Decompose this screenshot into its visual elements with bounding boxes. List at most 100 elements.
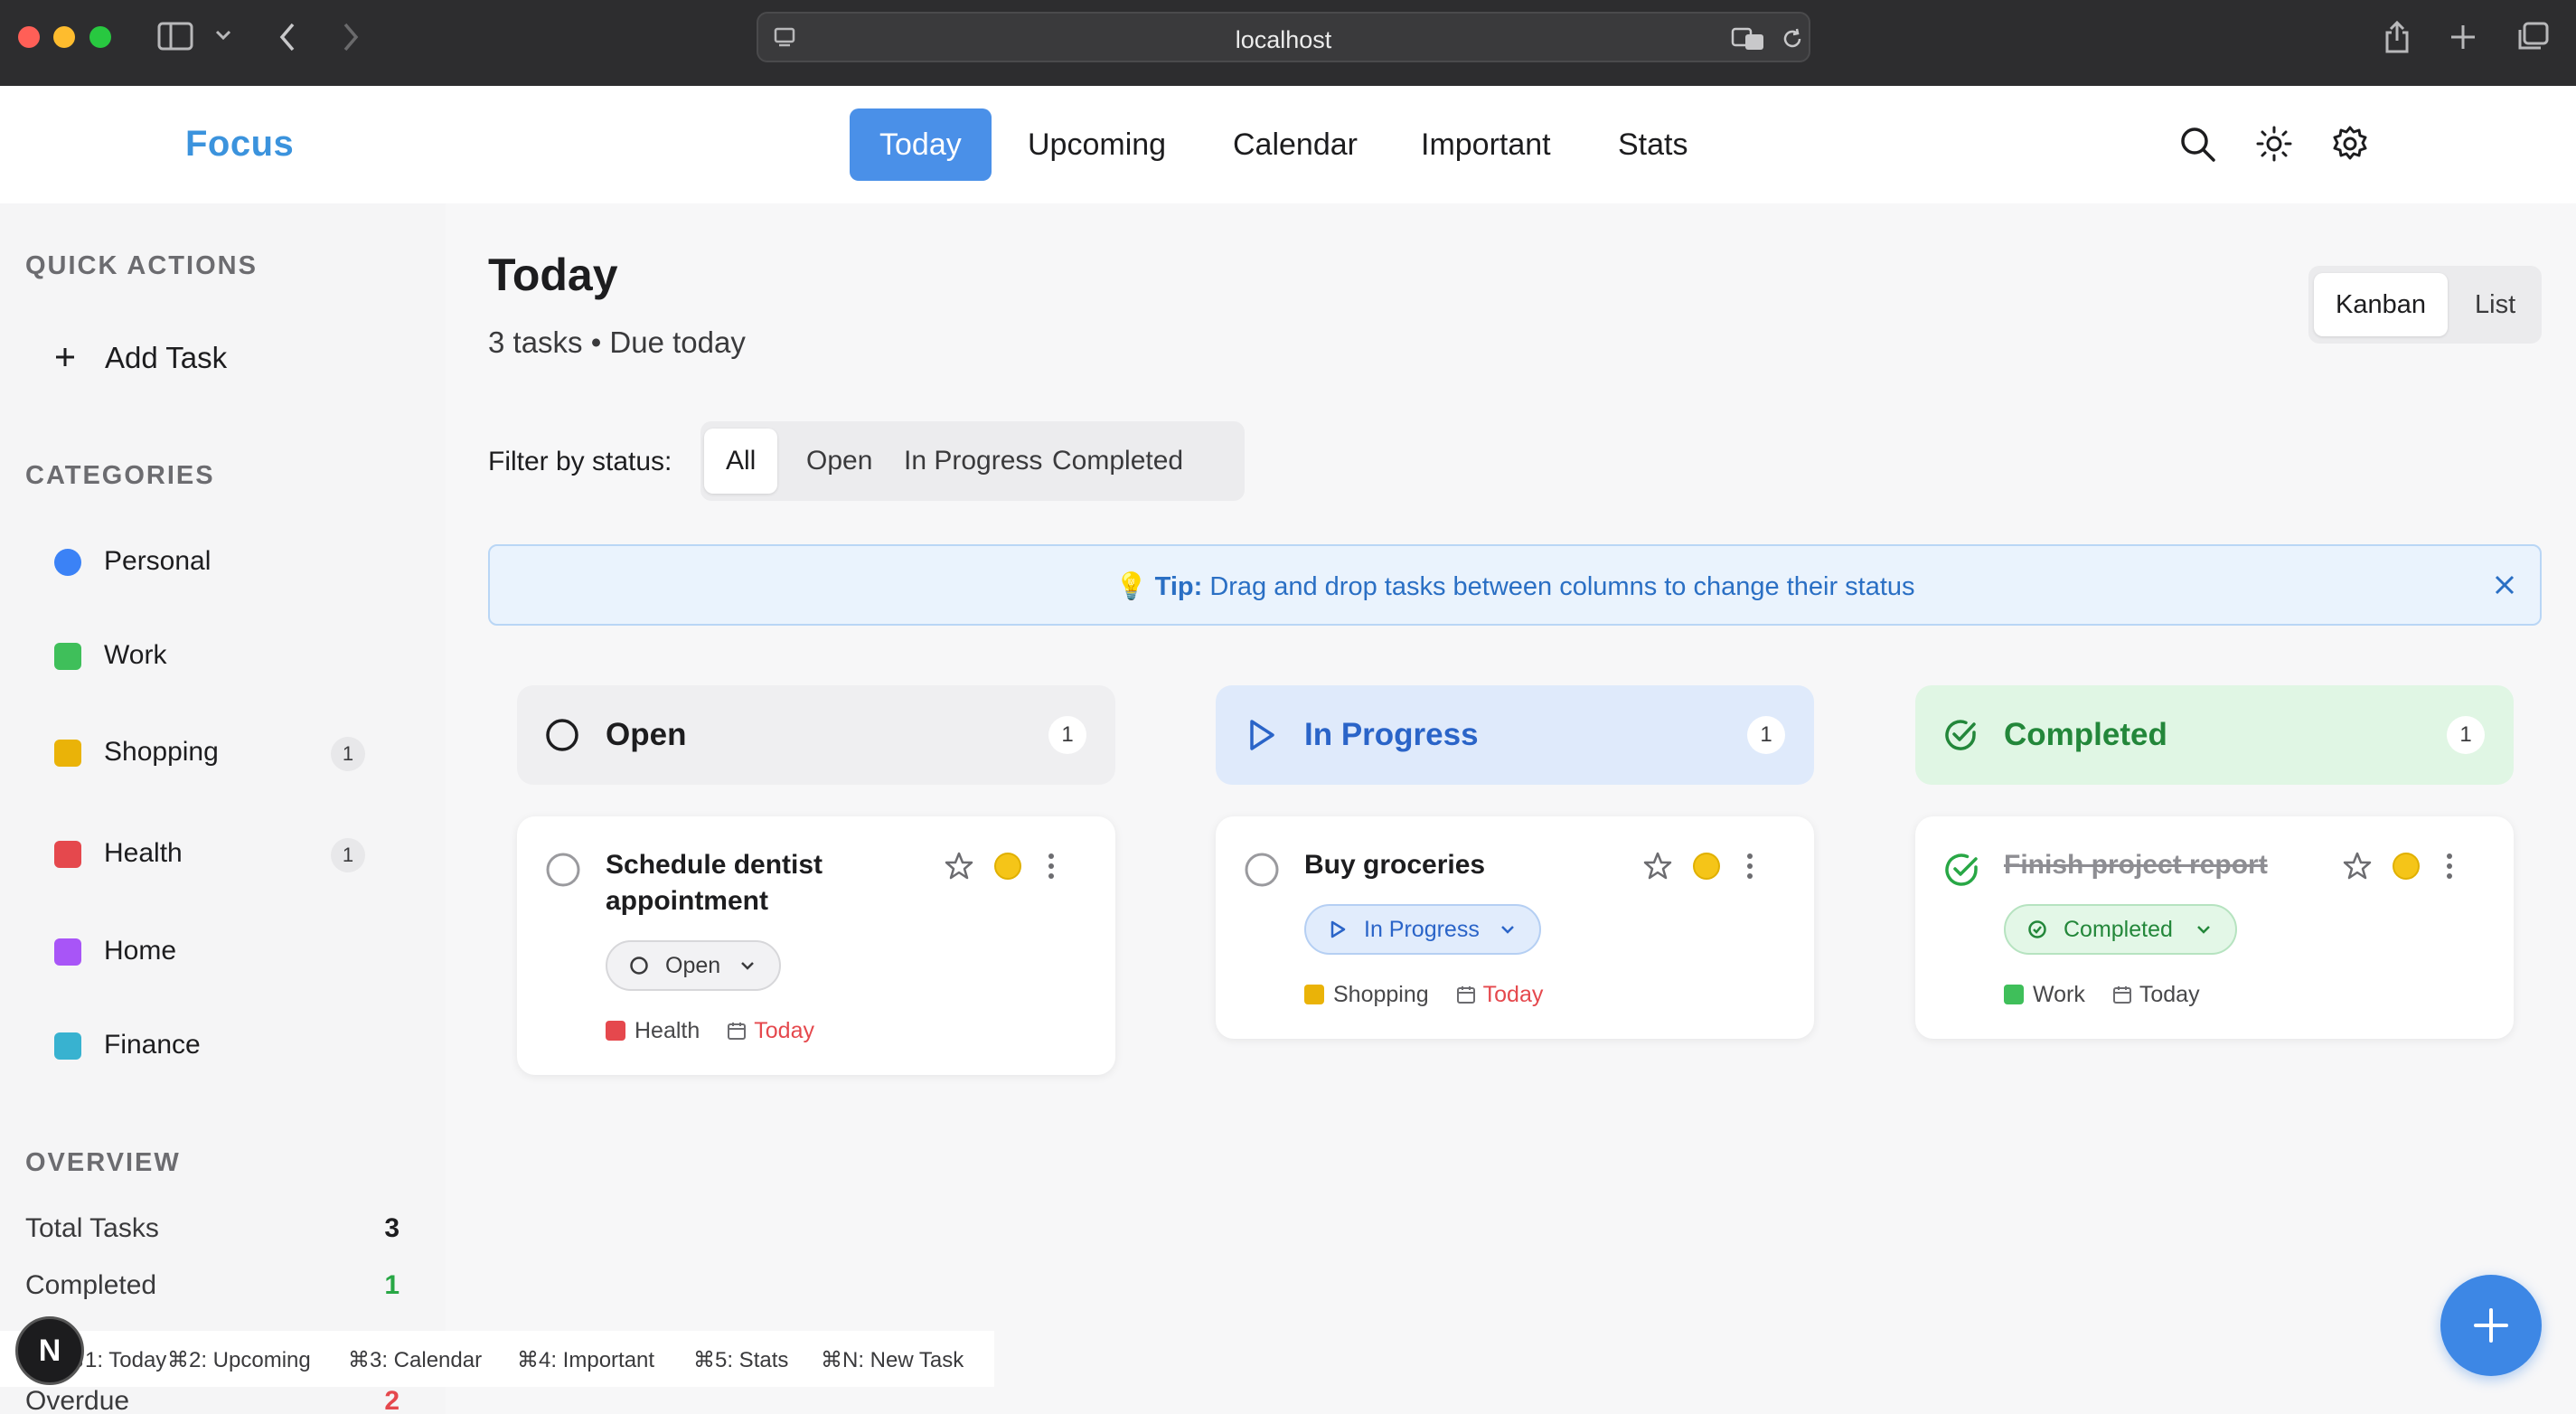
add-task-button[interactable]: Add Task [54, 336, 271, 382]
close-tip-icon[interactable] [2493, 573, 2516, 597]
tab-stats[interactable]: Stats [1588, 108, 1717, 181]
category-finance[interactable]: Finance [54, 1019, 380, 1073]
overview-overdue-value: 2 [384, 1386, 400, 1414]
status-completed-icon [2027, 919, 2047, 939]
plus-icon [2472, 1306, 2510, 1344]
star-icon[interactable] [944, 851, 974, 881]
tab-upcoming[interactable]: Upcoming [998, 108, 1196, 181]
status-dropdown[interactable]: In Progress [1304, 904, 1541, 955]
category-home[interactable]: Home [54, 925, 380, 979]
forward-icon[interactable] [342, 22, 360, 52]
priority-dot-icon[interactable] [2393, 853, 2420, 880]
calendar-icon [727, 1021, 747, 1041]
tab-important[interactable]: Important [1391, 108, 1581, 181]
category-work[interactable]: Work [54, 629, 380, 683]
tab-today[interactable]: Today [850, 108, 992, 181]
task-category: Health [635, 1017, 700, 1043]
new-tab-icon[interactable] [2449, 24, 2477, 51]
url-text: localhost [1235, 26, 1332, 53]
filter-all[interactable]: All [704, 429, 778, 494]
categories-title: CATEGORIES [25, 461, 215, 490]
task-card[interactable]: Buy groceries In Progress Shopping Today [1216, 816, 1814, 1039]
task-title: Buy groceries [1304, 850, 1486, 880]
tab-calendar[interactable]: Calendar [1203, 108, 1387, 181]
filter-completed[interactable]: Completed [1030, 429, 1205, 494]
column-title: Completed [2004, 717, 2167, 752]
priority-dot-icon[interactable] [994, 853, 1021, 880]
status-filter: All Open In Progress Completed [700, 421, 1245, 501]
category-color-swatch [54, 1032, 81, 1060]
category-label: Finance [104, 1030, 201, 1060]
filter-open[interactable]: Open [785, 429, 894, 494]
task-checkbox[interactable] [1243, 851, 1281, 889]
task-meta: Health Today [606, 1017, 1039, 1044]
star-icon[interactable] [2342, 851, 2373, 881]
status-dropdown[interactable]: Open [606, 940, 781, 991]
category-label: Shopping [104, 737, 219, 767]
star-icon[interactable] [1642, 851, 1673, 881]
search-icon[interactable] [2177, 124, 2217, 164]
more-options-icon[interactable] [1047, 853, 1056, 880]
shortcut-upcoming: ⌘2: Upcoming [167, 1348, 311, 1372]
app-logo[interactable]: Focus [185, 124, 294, 165]
category-personal[interactable]: Personal [54, 535, 380, 589]
theme-toggle-icon[interactable] [2254, 124, 2294, 164]
share-icon[interactable] [2383, 20, 2411, 54]
tab-overview-icon[interactable] [2516, 22, 2549, 52]
address-bar[interactable]: localhost [757, 12, 1810, 62]
chevron-down-icon [739, 960, 756, 971]
quick-actions-title: QUICK ACTIONS [25, 251, 258, 280]
reload-icon[interactable] [1780, 26, 1805, 52]
task-checkbox[interactable] [544, 851, 582, 889]
sidebar-toggle-icon[interactable] [157, 22, 193, 51]
overview-completed-label: Completed [25, 1270, 157, 1300]
overview-total-value: 3 [384, 1213, 400, 1243]
column-count-badge: 1 [2447, 716, 2485, 754]
more-options-icon[interactable] [2445, 853, 2454, 880]
task-card[interactable]: Schedule dentist appointment Open Health To… [517, 816, 1115, 1075]
translate-icon[interactable] [1731, 26, 1765, 52]
maximize-window-button[interactable] [89, 26, 111, 48]
category-color-swatch [54, 549, 81, 576]
category-count-badge: 1 [331, 737, 365, 771]
tip-text: Drag and drop tasks between columns to c… [1209, 572, 1915, 601]
priority-dot-icon[interactable] [1693, 853, 1720, 880]
open-status-icon [544, 717, 580, 753]
category-health[interactable]: Health 1 [54, 827, 380, 881]
tip-prefix: Tip: [1154, 572, 1203, 601]
settings-gear-icon[interactable] [2330, 124, 2370, 164]
column-header-open: Open 1 [517, 685, 1115, 785]
plus-icon [54, 346, 76, 368]
new-task-fab[interactable] [2440, 1275, 2542, 1376]
task-card[interactable]: Finish project report Completed Work Today [1915, 816, 2514, 1039]
dev-tools-badge[interactable]: N [15, 1316, 84, 1385]
close-window-button[interactable] [18, 26, 40, 48]
lightbulb-icon: 💡 [1114, 572, 1148, 601]
add-task-label: Add Task [105, 341, 228, 374]
completed-checkbox-icon[interactable] [1942, 851, 1980, 889]
category-color-swatch [1304, 985, 1324, 1005]
chevron-down-icon[interactable] [215, 29, 231, 42]
calendar-icon [1456, 985, 1476, 1004]
kanban-view-button[interactable]: Kanban [2314, 273, 2448, 336]
completed-status-icon [1942, 717, 1979, 753]
task-due-date: Today [2139, 981, 2200, 1007]
browser-toolbar: localhost [0, 0, 2576, 86]
more-options-icon[interactable] [1745, 853, 1754, 880]
task-due-date: Today [754, 1017, 814, 1043]
category-label: Personal [104, 546, 212, 576]
column-count-badge: 1 [1048, 716, 1086, 754]
category-color-swatch [54, 643, 81, 670]
page-subtitle: 3 tasks • Due today [488, 325, 746, 359]
shortcut-bar: ⌘1: Today ⌘2: Upcoming ⌘3: Calendar ⌘4: … [0, 1331, 994, 1387]
status-dropdown[interactable]: Completed [2004, 904, 2237, 955]
category-color-swatch [2004, 985, 2024, 1005]
view-toggle: Kanban List [2308, 266, 2542, 344]
column-header-completed: Completed 1 [1915, 685, 2514, 785]
back-icon[interactable] [278, 22, 296, 52]
overview-completed-value: 1 [384, 1270, 400, 1300]
overview-total-label: Total Tasks [25, 1213, 159, 1243]
category-shopping[interactable]: Shopping 1 [54, 726, 380, 780]
list-view-button[interactable]: List [2453, 273, 2537, 336]
minimize-window-button[interactable] [53, 26, 75, 48]
